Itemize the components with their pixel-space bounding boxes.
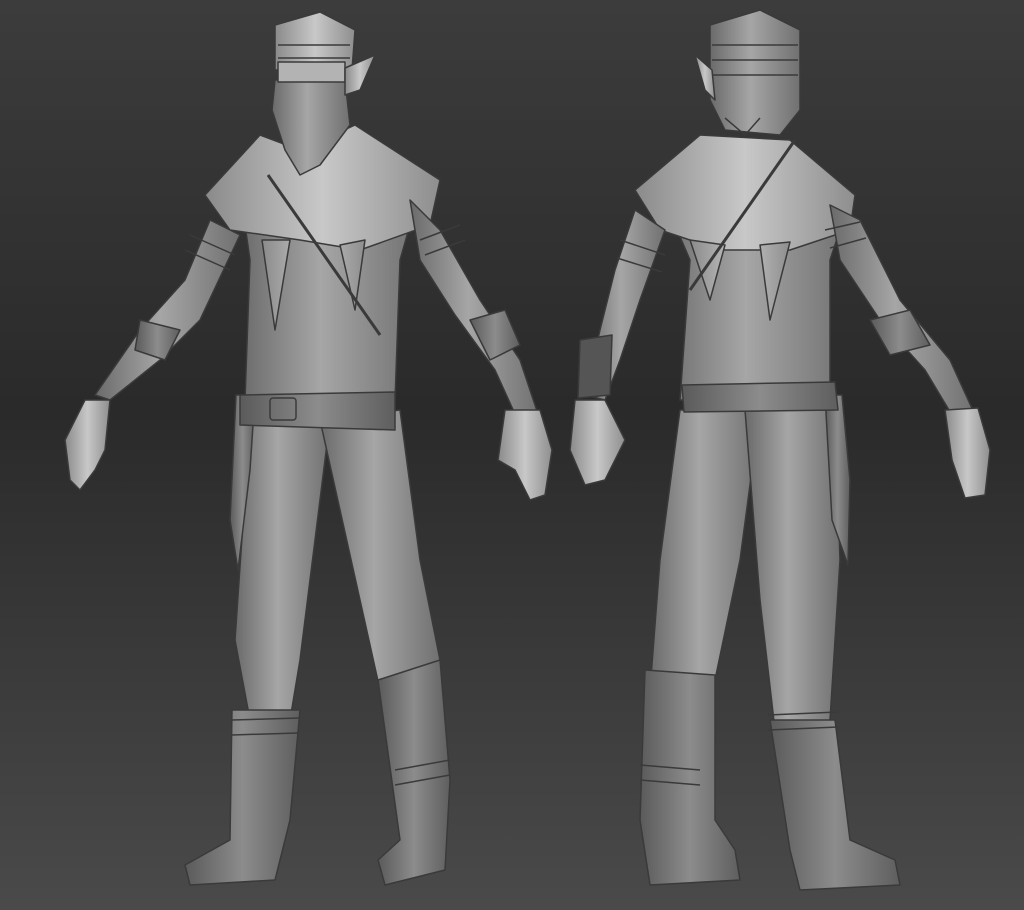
back-head — [709, 9, 801, 136]
back-right-leg — [744, 404, 841, 731]
front-face — [277, 61, 346, 83]
front-right-boot — [377, 659, 451, 886]
back-right-boot — [769, 719, 901, 891]
front-right-leg — [319, 409, 441, 691]
back-mantle — [634, 134, 856, 251]
back-belt — [681, 381, 839, 413]
front-right-hand — [497, 409, 553, 501]
sculpt-render — [64, 9, 991, 891]
back-figure — [569, 9, 991, 891]
back-left-boot — [639, 669, 741, 886]
front-left-boot — [184, 709, 301, 886]
front-right-arm — [409, 199, 541, 426]
front-belt — [239, 391, 396, 431]
back-left-leg — [649, 409, 761, 691]
sculpt-viewport — [0, 0, 1024, 910]
back-right-hand — [944, 407, 991, 499]
back-left-hand — [569, 399, 626, 486]
front-left-hand — [64, 399, 111, 491]
front-figure — [64, 11, 553, 886]
